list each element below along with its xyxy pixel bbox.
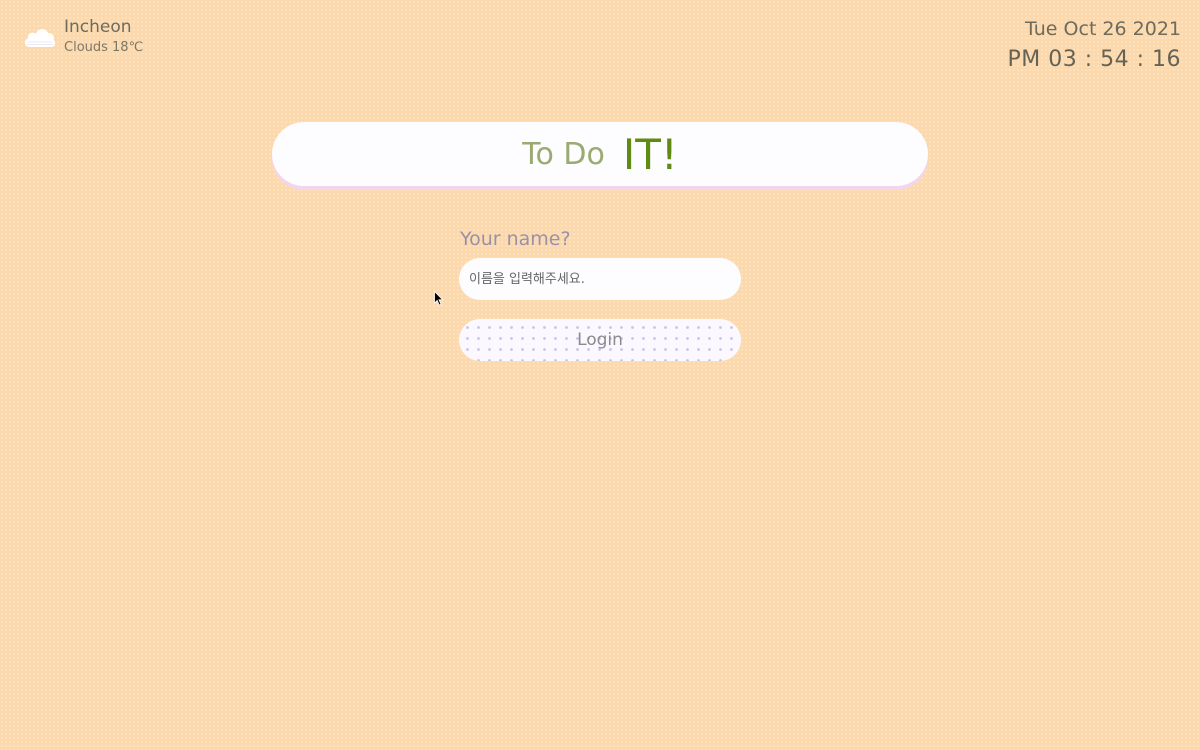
login-form: Your name? Login: [459, 226, 741, 361]
clock-time: PM 03 : 54 : 16: [1007, 47, 1181, 72]
login-button[interactable]: Login: [459, 319, 741, 361]
cloud-icon: [24, 28, 56, 47]
clock-date: Tue Oct 26 2021: [1025, 18, 1181, 40]
name-label: Your name?: [460, 228, 571, 250]
title-it: IT!: [622, 129, 678, 179]
title-banner: To Do IT!: [272, 122, 928, 186]
weather-city: Incheon: [64, 17, 132, 37]
weather-widget: Incheon Clouds 18℃: [22, 16, 143, 58]
weather-condition: Clouds 18℃: [64, 40, 144, 55]
name-input[interactable]: [459, 258, 741, 300]
mouse-cursor-icon: [434, 291, 444, 306]
title-todo: To Do: [522, 136, 605, 172]
clock-widget: Tue Oct 26 2021 PM 03 : 54 : 16: [1007, 16, 1181, 76]
